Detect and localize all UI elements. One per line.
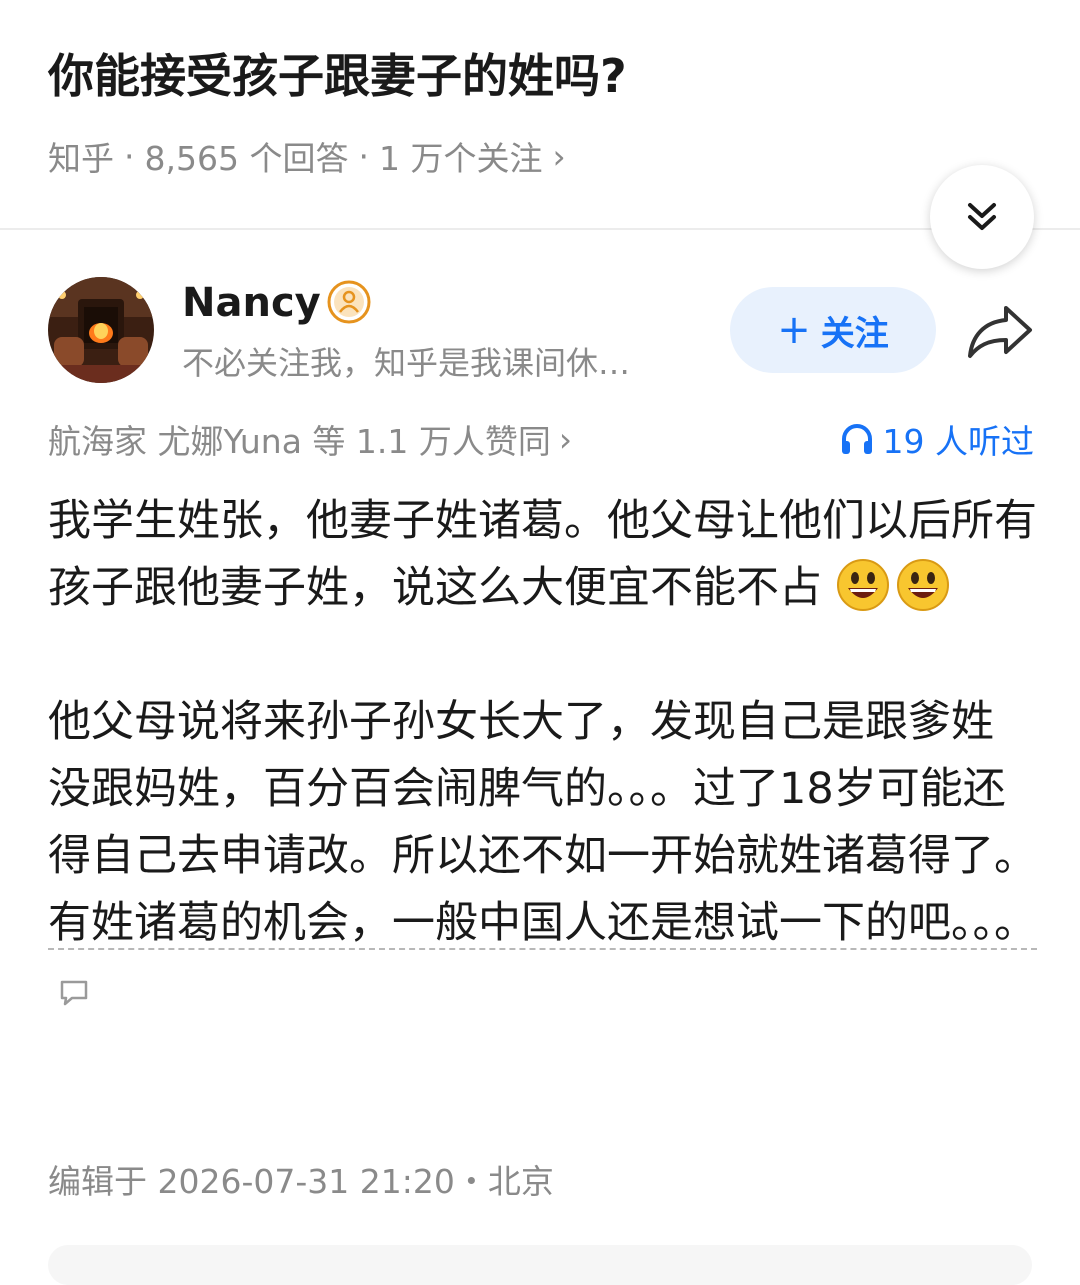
chevron-right-icon: ›: [558, 419, 573, 459]
grinning-face-emoji: [836, 559, 889, 611]
bottom-card: [48, 1245, 1032, 1285]
answer-count: 8,565 个回答: [144, 139, 349, 178]
grinning-face-emoji: [896, 559, 949, 611]
question-title[interactable]: 你能接受孩子跟妻子的姓吗?: [48, 40, 627, 106]
author-bio: 不必关注我，知乎是我课间休…: [182, 344, 631, 382]
follow-button[interactable]: + 关注: [730, 287, 936, 373]
share-button[interactable]: [966, 302, 1034, 360]
collapse-button[interactable]: [930, 165, 1034, 269]
paragraph-2: 他父母说将来孙子孙女长大了，发现自己是跟爹姓 没跟妈姓，百分百会闹脾气的。。。过…: [48, 689, 1038, 1024]
question-meta[interactable]: 知乎 · 8,565 个回答 · 1 万个关注 ›: [48, 132, 566, 180]
highlighted-sentence[interactable]: 有姓诸葛的机会，一般中国人还是想试一下的吧。。。: [48, 898, 1037, 950]
plus-icon: +: [777, 307, 811, 353]
author-name[interactable]: Nancy: [182, 280, 321, 326]
upvote-summary[interactable]: 航海家 尤娜Yuna 等 1.1 万人赞同 ›: [48, 415, 572, 463]
user-badge-icon: [326, 279, 372, 325]
double-chevron-down-icon: [968, 203, 996, 230]
headphone-icon: [841, 424, 872, 454]
follower-count: 1 万个关注: [378, 139, 543, 178]
paragraph-1: 我学生姓张，他妻子姓诸葛。他父母让他们以后所有孩子跟他妻子姓，说这么大便宜不能不…: [48, 488, 1038, 622]
upvote-text: 航海家 尤娜Yuna 等 1.1 万人赞同: [48, 422, 551, 461]
source-label: 知乎: [48, 139, 114, 178]
listen-text: 19 人听过: [882, 422, 1034, 461]
chevron-right-icon: ›: [552, 136, 566, 176]
divider: [0, 228, 1080, 230]
share-arrow-icon: [968, 306, 1032, 358]
avatar[interactable]: [48, 277, 154, 383]
answer-content[interactable]: 我学生姓张，他妻子姓诸葛。他父母让他们以后所有孩子跟他妻子姓，说这么大便宜不能不…: [48, 488, 1038, 1024]
edit-timestamp: 编辑于 2026-07-31 21:20・北京: [48, 1162, 554, 1201]
comment-bubble-icon[interactable]: [58, 978, 90, 1008]
listen-count[interactable]: 19 人听过: [839, 415, 1034, 463]
follow-label: 关注: [820, 313, 889, 354]
paragraph-2-text: 他父母说将来孙子孙女长大了，发现自己是跟爹姓 没跟妈姓，百分百会闹脾气的。。。过…: [48, 697, 1037, 881]
